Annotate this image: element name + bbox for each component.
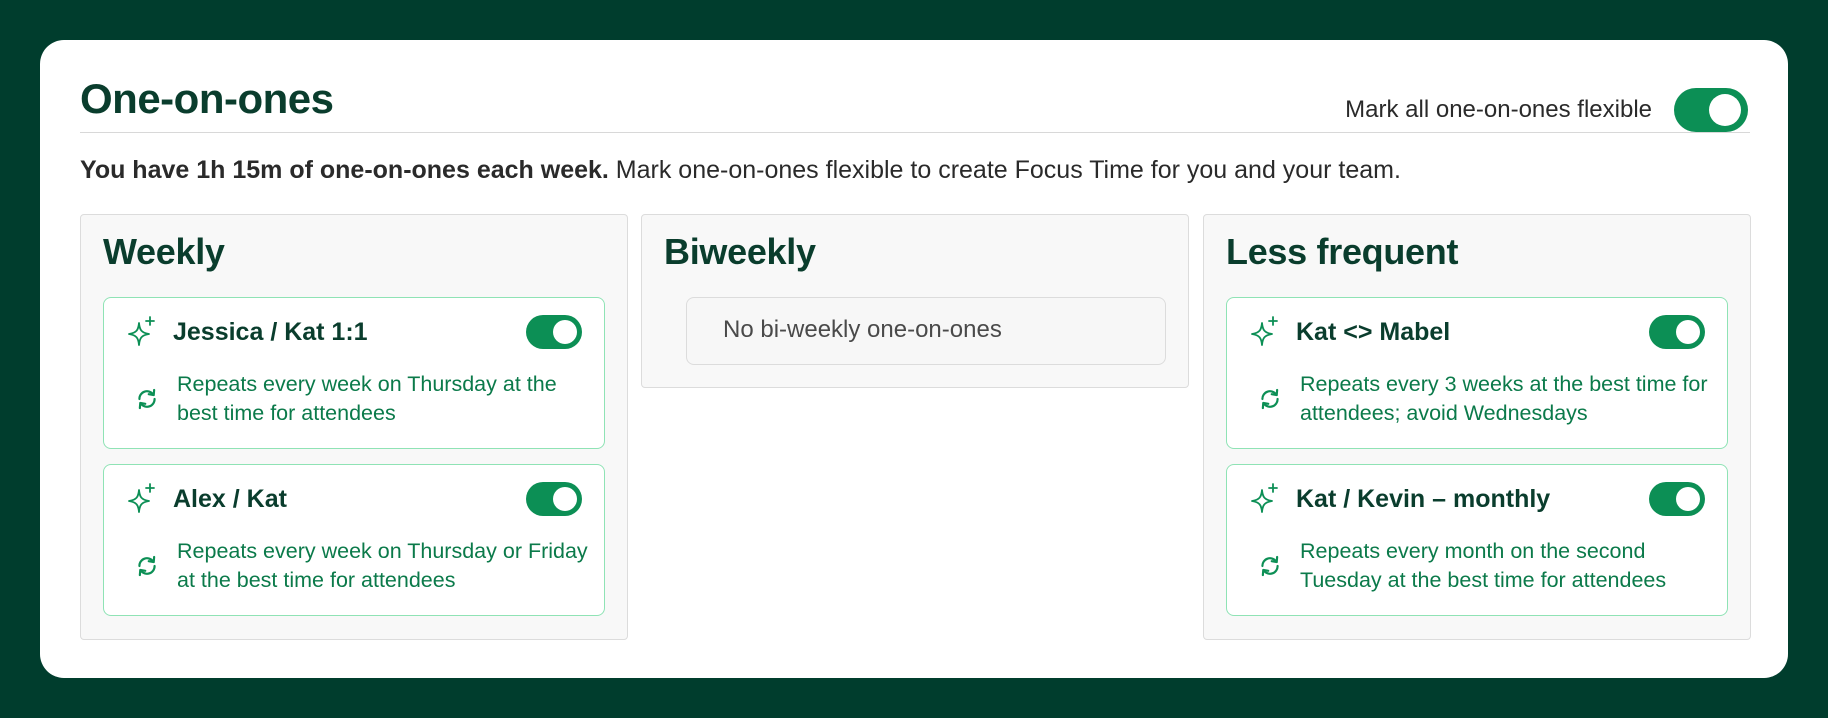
mark-all-flexible-control: Mark all one-on-ones flexible [1345,88,1748,132]
flexible-toggle[interactable] [526,315,582,349]
toggle-knob [553,320,577,344]
summary-text: You have 1h 15m of one-on-ones each week… [80,156,1401,185]
mark-all-flexible-label: Mark all one-on-ones flexible [1345,96,1652,123]
toggle-knob [1709,94,1741,126]
meeting-card-alex-kat: Alex / Kat Repeats every week on Thursda… [103,464,605,616]
summary-bold: You have 1h 15m of one-on-ones each week… [80,156,609,184]
sparkle-icon [128,483,155,513]
meeting-description: Repeats every week on Thursday at the be… [177,372,557,425]
meeting-card-jessica-kat: Jessica / Kat 1:1 Repeats every week on … [103,297,605,449]
less-frequent-heading: Less frequent [1226,231,1459,272]
sparkle-icon [1251,483,1278,513]
summary-rest: Mark one-on-ones flexible to create Focu… [608,156,1401,184]
meeting-title: Kat / Kevin – monthly [1296,485,1551,513]
meeting-description: Repeats every week on Thursday or Friday… [177,539,588,592]
flexible-toggle[interactable] [526,482,582,516]
less-frequent-column: Less frequent Kat <> Mabel Repeats every… [1203,214,1751,640]
toggle-knob [553,487,577,511]
header-divider [80,132,1750,133]
flexible-toggle[interactable] [1649,482,1705,516]
meeting-description: Repeats every 3 weeks at the best time f… [1300,372,1708,425]
biweekly-column: Biweekly No bi-weekly one-on-ones [641,214,1189,388]
mark-all-flexible-toggle[interactable] [1674,88,1748,132]
meeting-title: Jessica / Kat 1:1 [173,318,368,346]
weekly-heading: Weekly [103,231,225,272]
page-title: One-on-ones [80,75,334,122]
biweekly-heading: Biweekly [664,231,816,272]
meeting-card-kat-kevin: Kat / Kevin – monthly Repeats every mont… [1226,464,1728,616]
meeting-title: Alex / Kat [173,485,287,513]
meeting-card-kat-mabel: Kat <> Mabel Repeats every 3 weeks at th… [1226,297,1728,449]
empty-state: No bi-weekly one-on-ones [686,297,1166,365]
flexible-toggle[interactable] [1649,315,1705,349]
repeat-icon [138,388,156,410]
meeting-description: Repeats every month on the second Tuesda… [1300,539,1667,592]
toggle-knob [1676,320,1700,344]
sparkle-icon [1251,316,1278,346]
sparkle-icon [128,316,155,346]
repeat-icon [1261,388,1279,410]
toggle-knob [1676,487,1700,511]
one-on-ones-card: One-on-ones Mark all one-on-ones flexibl… [40,40,1788,678]
weekly-column: Weekly Jessica / Kat 1:1 Repeats every w… [80,214,628,640]
repeat-icon [138,555,156,577]
meeting-title: Kat <> Mabel [1296,318,1451,346]
repeat-icon [1261,555,1279,577]
empty-state-text: No bi-weekly one-on-ones [723,316,1002,343]
